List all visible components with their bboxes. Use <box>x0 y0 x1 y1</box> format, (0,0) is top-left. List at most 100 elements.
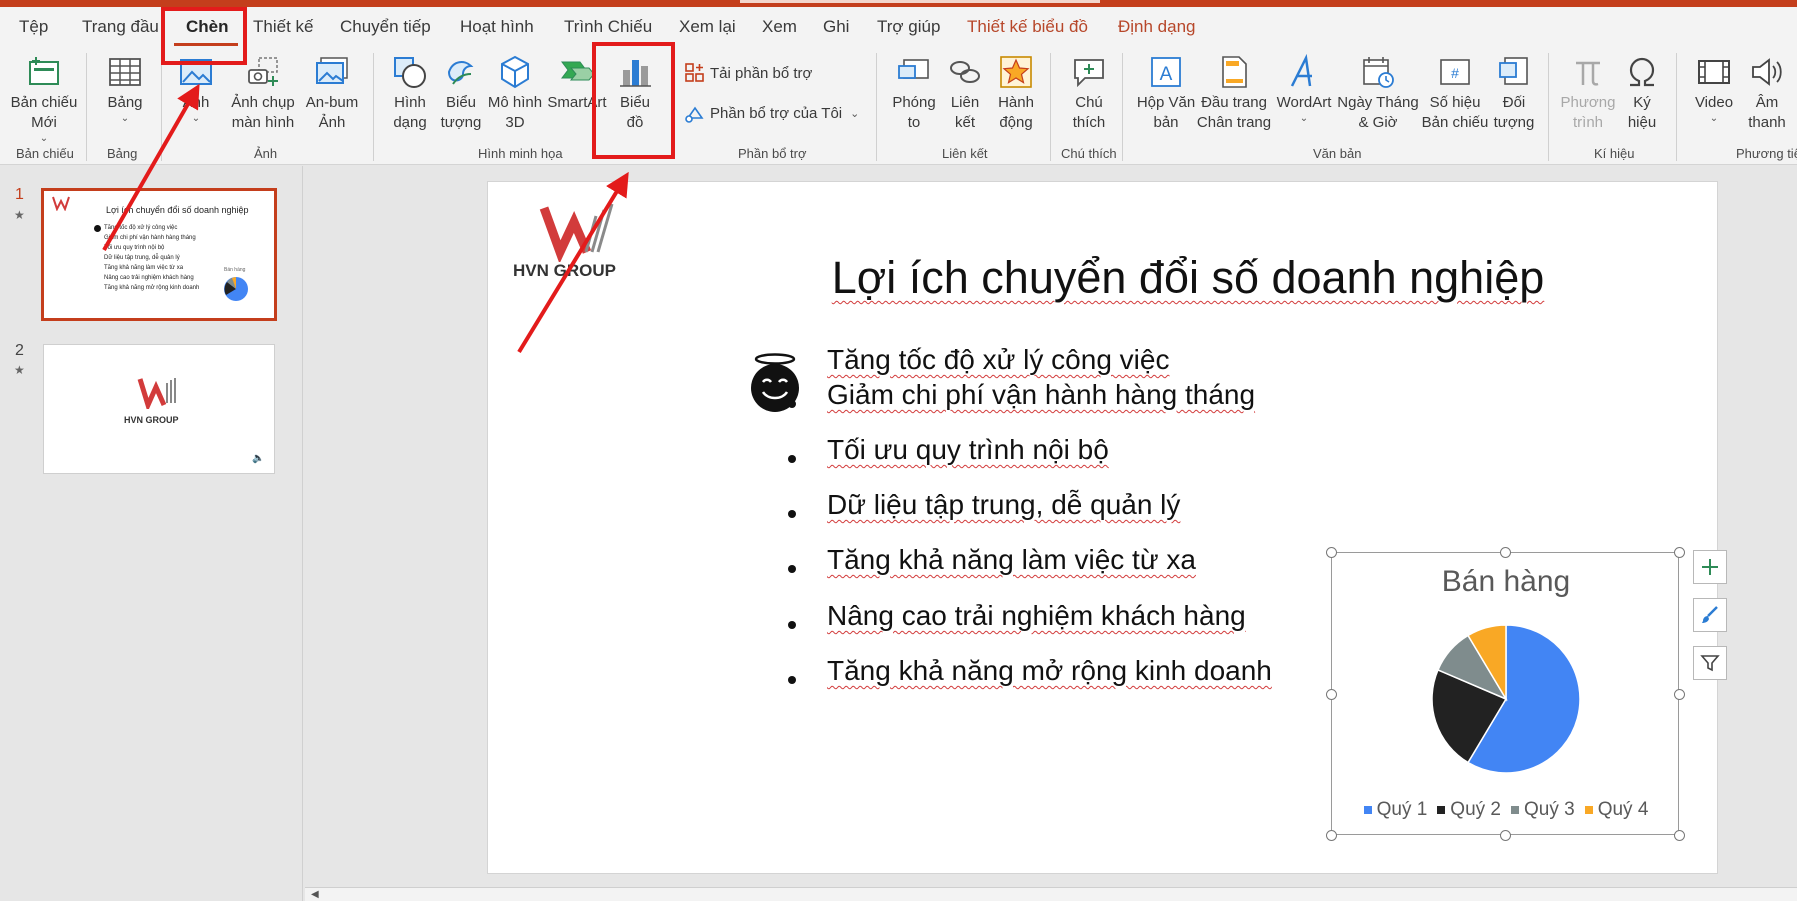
my-addins-button[interactable]: Phần bổ trợ của Tôi ⌄ <box>684 102 859 124</box>
highlight-insert-tab <box>161 7 247 65</box>
ribbon: Bản chiếu Mới ⌄ Bản chiếu Bảng ⌄ Bảng Ản… <box>0 47 1797 165</box>
tab-review[interactable]: Xem lại <box>679 17 736 37</box>
tab-slideshow[interactable]: Trình Chiếu <box>564 17 652 37</box>
calendar-icon <box>1359 53 1397 91</box>
thumb-bullet: Giảm chi phí vận hành hàng tháng <box>104 235 196 241</box>
tab-record[interactable]: Ghi <box>823 17 849 37</box>
tab-animations[interactable]: Hoạt hình <box>460 17 534 37</box>
slide-number-1: 1 <box>15 186 24 203</box>
slide-number-2: 2 <box>15 342 24 359</box>
zoom-button[interactable]: Phóng to <box>888 53 940 133</box>
shapes-button[interactable]: Hình dạng <box>385 53 435 133</box>
chart-filters-button[interactable] <box>1693 646 1727 680</box>
slide-thumbnail-1[interactable]: Lợi ích chuyển đổi số doanh nghiệp Tăng … <box>41 188 277 321</box>
group-label-media: Phương tiệ <box>1736 146 1797 161</box>
bullet-item[interactable]: Tối ưu quy trình nội bộ <box>827 434 1109 466</box>
legend-item-1[interactable]: Quý 1 <box>1363 799 1428 821</box>
logo-icon <box>137 378 176 409</box>
tab-view[interactable]: Xem <box>762 17 797 37</box>
table-button[interactable]: Bảng ⌄ <box>100 53 150 125</box>
bullet-item[interactable]: Giảm chi phí vận hành hàng tháng <box>827 379 1255 411</box>
text-box-label-2: bản <box>1153 114 1179 131</box>
scroll-left-icon[interactable]: ◀ <box>311 889 319 900</box>
audio-label-2: thanh <box>1748 114 1786 131</box>
group-separator <box>86 53 87 161</box>
pie-plot[interactable] <box>1430 623 1582 775</box>
tab-design[interactable]: Thiết kế <box>253 17 313 37</box>
legend-item-3[interactable]: Quý 3 <box>1511 799 1575 821</box>
bullet-dot <box>788 621 796 629</box>
link-button[interactable]: Liên kết <box>944 53 986 133</box>
slide-title[interactable]: Lợi ích chuyển đổi số doanh nghiệp <box>808 252 1568 304</box>
text-box-button[interactable]: A Hộp Văn bản <box>1134 53 1198 133</box>
bullet-item[interactable]: Tăng khả năng mở rộng kinh doanh <box>827 655 1272 687</box>
tab-transitions[interactable]: Chuyển tiếp <box>340 17 431 37</box>
video-button[interactable]: Video ⌄ <box>1688 53 1740 125</box>
resize-handle[interactable] <box>1500 547 1511 558</box>
notes-splitter[interactable]: ◀ <box>305 887 1797 901</box>
action-label-1: Hành <box>998 94 1034 111</box>
tab-chart-design[interactable]: Thiết kế biểu đồ <box>967 17 1088 37</box>
slide-number-label-2: Bản chiếu <box>1421 114 1489 131</box>
group-separator <box>876 53 877 161</box>
bullet-item[interactable]: Nâng cao trải nghiệm khách hàng <box>827 600 1246 632</box>
resize-handle[interactable] <box>1674 689 1685 700</box>
resize-handle[interactable] <box>1500 830 1511 841</box>
resize-handle[interactable] <box>1326 689 1337 700</box>
legend-item-2[interactable]: Quý 2 <box>1437 799 1501 821</box>
bullet-item[interactable]: Tăng tốc độ xử lý công việc <box>827 344 1169 376</box>
resize-handle[interactable] <box>1674 830 1685 841</box>
pie-chart[interactable]: Bán hàng Quý 1 Quý 2 Quý 3 Quý 4 <box>1326 547 1685 841</box>
zoom-label-2: to <box>907 114 921 131</box>
legend-label: Quý 1 <box>1376 799 1428 820</box>
highlight-chart-button <box>592 42 675 159</box>
symbol-button[interactable]: Ký hiệu <box>1622 53 1662 133</box>
icons-button[interactable]: Biểu tượng <box>437 53 485 133</box>
audio-button[interactable]: Âm thanh <box>1742 53 1792 133</box>
shapes-icon <box>391 53 429 91</box>
resize-handle[interactable] <box>1326 830 1337 841</box>
comment-button[interactable]: Chú thích <box>1065 53 1113 133</box>
group-label-text: Văn bản <box>1313 146 1362 161</box>
chart-elements-button[interactable] <box>1693 550 1727 584</box>
legend-swatch <box>1437 806 1446 814</box>
action-button[interactable]: Hành động <box>992 53 1040 133</box>
zoom-label-1: Phóng <box>892 94 936 111</box>
thumb-title: Lợi ích chuyển đổi số doanh nghiệp <box>106 205 249 215</box>
chart-styles-button[interactable] <box>1693 598 1727 632</box>
equation-button[interactable]: Phương trình <box>1558 53 1618 133</box>
screenshot-button[interactable]: Ảnh chụp màn hình <box>225 53 301 133</box>
thumb-bullet: Tăng khả năng làm việc từ xa <box>104 265 184 271</box>
group-label-links: Liên kết <box>942 146 988 161</box>
legend-swatch <box>1511 806 1519 814</box>
tab-help[interactable]: Trợ giúp <box>877 17 940 37</box>
slide-canvas[interactable]: HVN GROUP Lợi ích chuyển đổi số doanh ng… <box>487 181 1727 874</box>
slide-number-button[interactable]: # Số hiệu Bản chiếu <box>1420 53 1490 133</box>
bullet-item[interactable]: Dữ liệu tập trung, dễ quản lý <box>827 489 1180 521</box>
3d-models-button[interactable]: Mô hình 3D <box>487 53 543 133</box>
link-label-2: kết <box>954 114 975 131</box>
tab-format[interactable]: Định dạng <box>1118 17 1196 37</box>
new-slide-label-1: Bản chiếu <box>10 94 78 111</box>
date-time-button[interactable]: Ngày Tháng & Giờ <box>1336 53 1420 133</box>
header-footer-label-2: Chân trang <box>1196 114 1272 131</box>
thumb-logo-text: HVN GROUP <box>124 415 179 425</box>
resize-handle[interactable] <box>1674 547 1685 558</box>
photo-album-button[interactable]: An-bum Ảnh <box>302 53 362 133</box>
screenshot-label-1: Ảnh chụp <box>231 94 295 111</box>
chart-title[interactable]: Bán hàng <box>1332 565 1680 599</box>
legend-item-4[interactable]: Quý 4 <box>1584 799 1648 821</box>
bullet-item[interactable]: Tăng khả năng làm việc từ xa <box>827 544 1196 576</box>
slide-thumbnail-2[interactable]: HVN GROUP 🔈 <box>43 344 275 474</box>
wordart-button[interactable]: WordArt ⌄ <box>1272 53 1336 125</box>
3d-models-label-1: Mô hình <box>487 94 543 111</box>
tab-file[interactable]: Tệp <box>19 17 48 37</box>
tab-home[interactable]: Trang đầu <box>82 17 159 37</box>
chart-legend[interactable]: Quý 1 Quý 2 Quý 3 Quý 4 <box>1332 799 1680 821</box>
omega-icon <box>1623 53 1661 91</box>
header-footer-button[interactable]: Đầu trang Chân trang <box>1196 53 1272 133</box>
resize-handle[interactable] <box>1326 547 1337 558</box>
object-button[interactable]: Đối tượng <box>1490 53 1538 133</box>
get-addins-button[interactable]: Tải phần bổ trợ <box>684 62 812 84</box>
new-slide-button[interactable]: Bản chiếu Mới ⌄ <box>10 53 78 145</box>
